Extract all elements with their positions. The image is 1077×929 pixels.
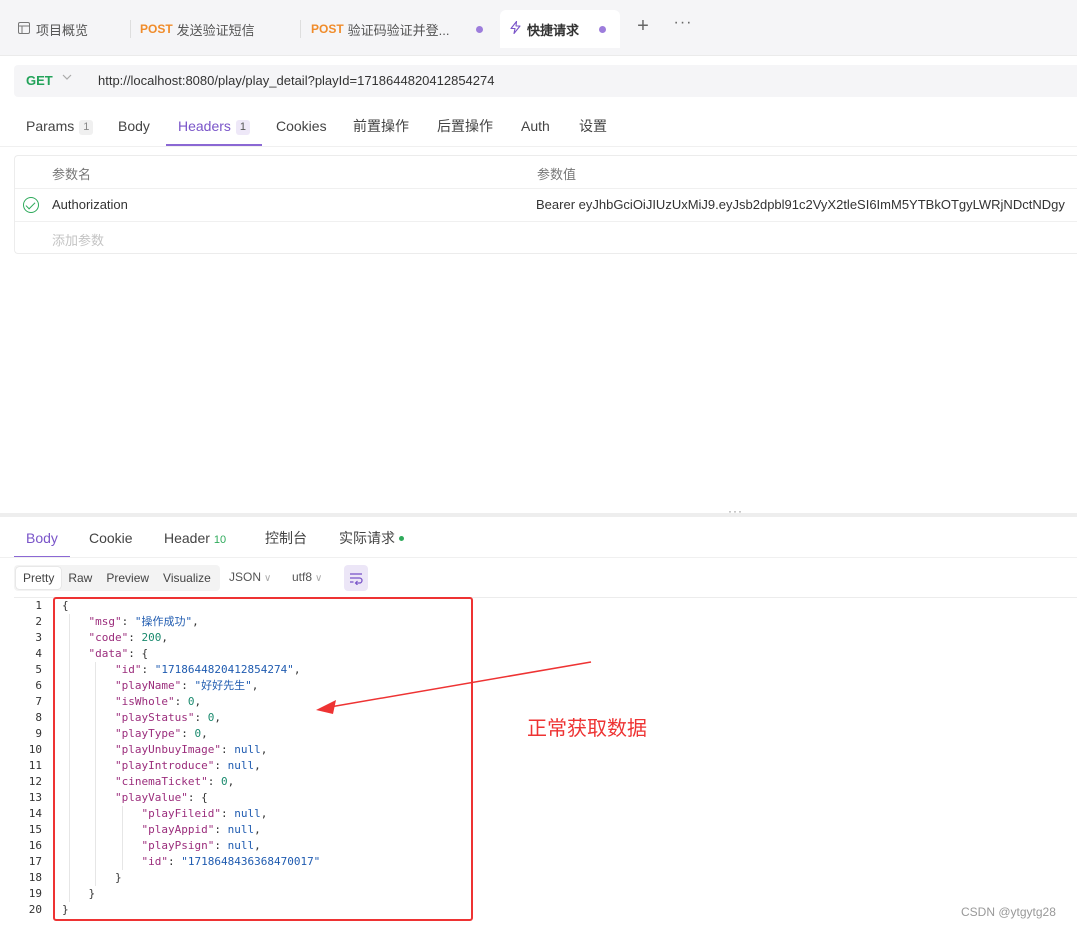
watermark: CSDN @ytgytg28 <box>961 905 1056 919</box>
annotation-label: 正常获取数据 <box>527 718 647 740</box>
annotation-arrow-icon <box>316 661 592 714</box>
